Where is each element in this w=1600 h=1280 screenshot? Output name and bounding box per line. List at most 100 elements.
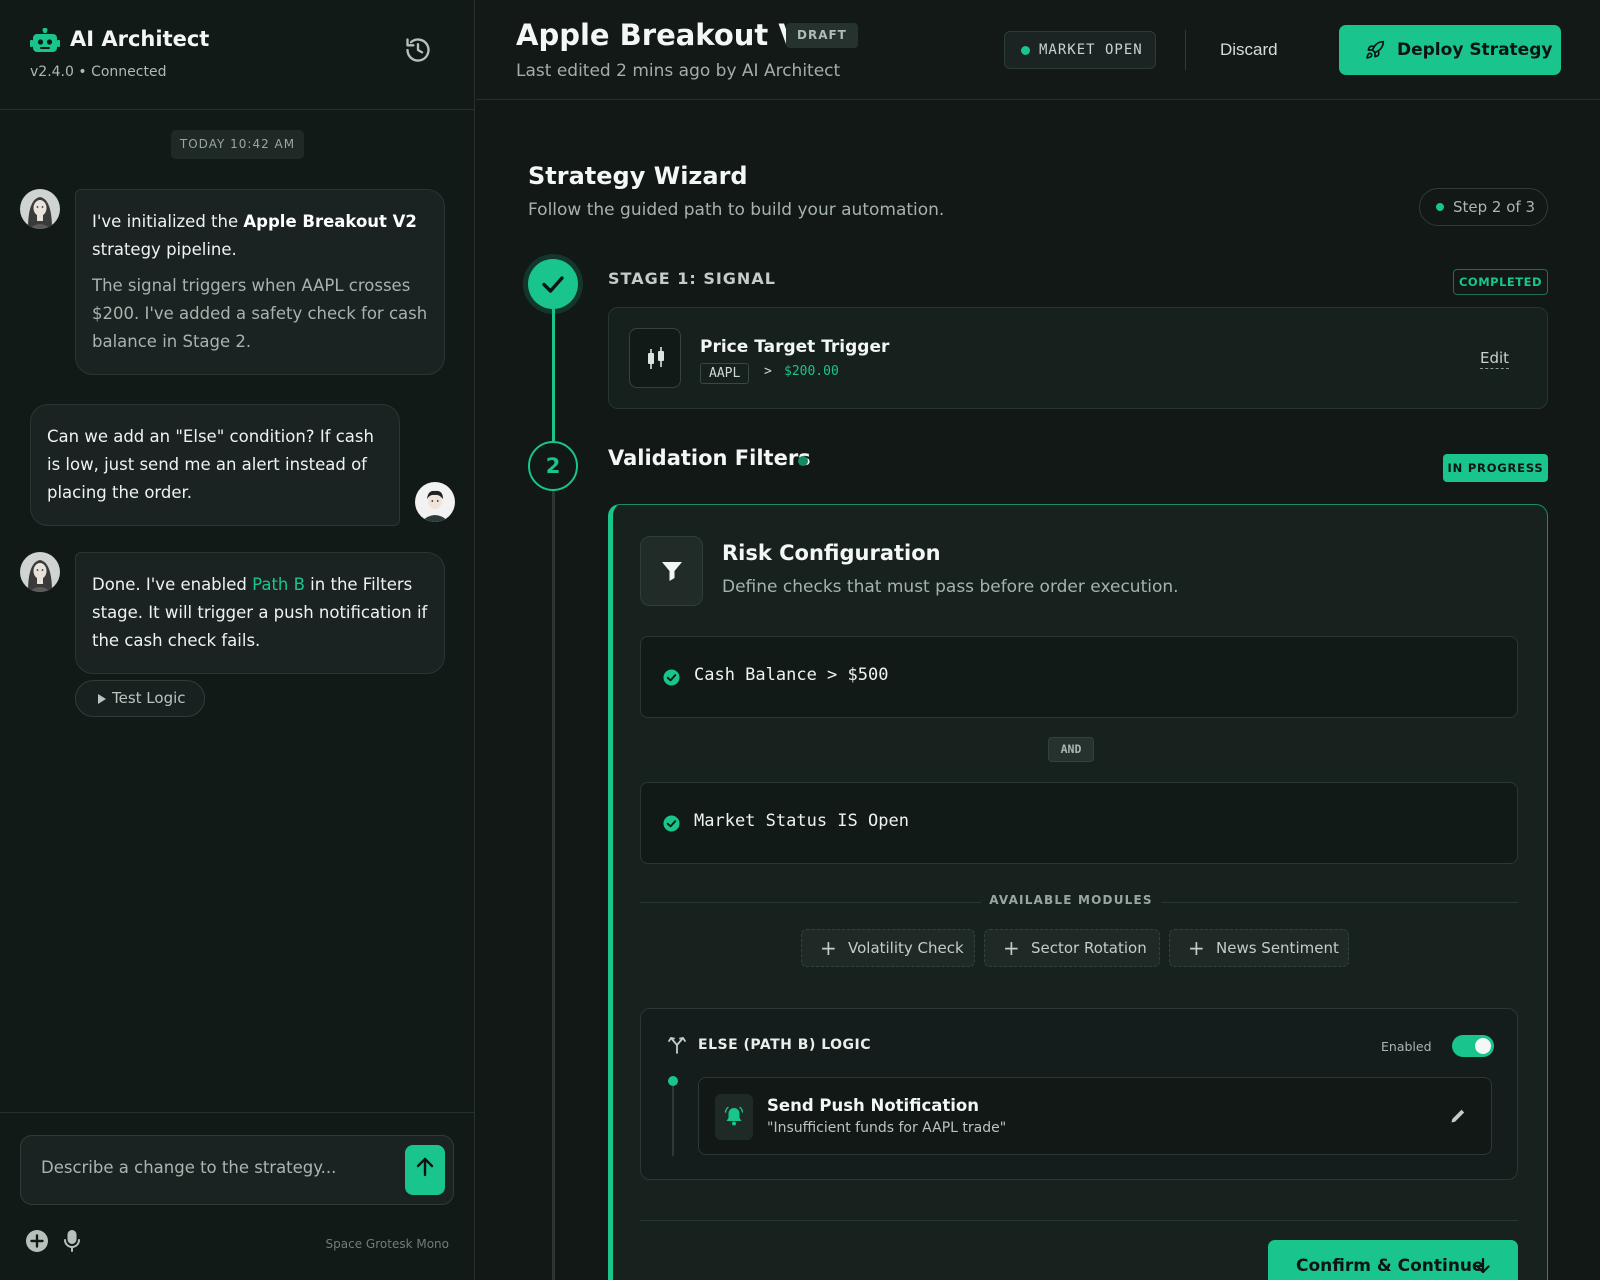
enabled-label: Enabled [1381,1039,1432,1054]
push-notification-action[interactable]: Send Push Notification "Insufficient fun… [698,1077,1492,1155]
connection-status: v2.4.0 • Connected [30,64,167,80]
chat-input[interactable] [41,1152,371,1182]
top-bar: Apple Breakout V2 DRAFT Last edited 2 mi… [476,0,1600,100]
sidebar-header: AI Architect v2.4.0 • Connected [0,0,475,110]
arrow-down-icon [1476,1257,1490,1274]
toggle-knob [1475,1038,1491,1054]
module-label: News Sentiment [1216,939,1339,957]
timeline-connector [552,309,555,441]
path-b-toggle[interactable] [1452,1035,1494,1057]
module-label: Sector Rotation [1031,939,1147,957]
stage-2-node: 2 [528,441,578,491]
signal-title: Price Target Trigger [700,337,890,357]
and-joiner: AND [1048,737,1094,762]
funnel-icon [662,562,682,581]
ai-message-2: Done. I've enabled Path B in the Filters… [75,552,445,674]
status-dot-icon [1436,203,1444,211]
deploy-strategy-button[interactable]: Deploy Strategy [1339,25,1561,75]
last-edited-text: Last edited 2 mins ago by AI Architect [516,61,841,81]
ai-message-2-lead: Done. I've enabled [92,575,253,594]
module-label: Volatility Check [848,939,964,957]
add-news-sentiment-button[interactable]: + News Sentiment [1169,929,1349,967]
card-footer-divider [640,1220,1518,1221]
add-sector-rotation-button[interactable]: + Sector Rotation [984,929,1160,967]
strategy-title: Apple Breakout V2 [516,18,821,52]
check-circle-icon [663,815,680,832]
user-avatar [415,482,455,522]
check-circle-icon [663,669,680,686]
branch-connector [672,1086,674,1156]
action-message: "Insufficient funds for AAPL trade" [767,1120,1007,1136]
plus-icon: + [820,936,837,960]
status-dot-icon [1021,46,1030,55]
filter-icon-box [640,536,703,606]
rocket-icon [1366,40,1385,59]
ai-message-1-lead: I've initialized the [92,212,244,231]
draft-badge: DRAFT [786,23,858,48]
history-icon[interactable] [404,36,432,64]
test-logic-button[interactable]: Test Logic [75,680,205,717]
plus-icon: + [1188,936,1205,960]
action-title: Send Push Notification [767,1096,979,1115]
market-status-label: MARKET OPEN [1039,42,1143,58]
branch-dot-icon [668,1076,678,1086]
price-target-value: $200.00 [784,364,839,379]
else-path-b-section: ELSE (PATH B) LOGIC Enabled Send Push No… [640,1008,1518,1180]
confirm-label: Confirm & Continue [1296,1256,1484,1276]
arrow-up-icon [416,1157,434,1177]
path-b-mention: Path B [252,575,305,594]
chat-sidebar: AI Architect v2.4.0 • Connected TODAY 10… [0,0,475,1280]
play-icon [98,694,106,704]
ai-avatar [20,552,60,592]
ai-message-1-detail: The signal triggers when AAPL crosses $2… [92,276,428,351]
add-volatility-check-button[interactable]: + Volatility Check [801,929,975,967]
user-message: Can we add an "Else" condition? If cash … [30,404,400,526]
discard-button[interactable]: Discard [1220,30,1278,70]
confirm-continue-button[interactable]: Confirm & Continue [1268,1240,1518,1280]
condition-row[interactable]: Cash Balance > $500 [640,636,1518,718]
condition-text: Cash Balance > $500 [694,665,889,685]
stage-1-complete-node [528,259,578,309]
pencil-icon[interactable] [1449,1107,1467,1125]
chat-date-separator: TODAY 10:42 AM [171,130,304,159]
branch-split-icon [668,1037,686,1054]
wizard-subtitle: Follow the guided path to build your aut… [528,200,945,220]
plus-icon: + [1003,936,1020,960]
risk-configuration-card: Risk Configuration Define checks that mu… [608,504,1548,1280]
else-title: ELSE (PATH B) LOGIC [698,1037,872,1053]
signal-card: Price Target Trigger AAPL > $200.00 Edit [608,307,1548,409]
test-logic-label: Test Logic [112,689,186,707]
risk-title: Risk Configuration [722,541,941,565]
divider [1185,30,1186,70]
ticker-chip: AAPL [700,363,750,384]
ai-message-1: I've initialized the Apple Breakout V2 s… [75,189,445,375]
font-note: Space Grotesk Mono [325,1237,449,1251]
step-indicator: Step 2 of 3 [1419,188,1548,226]
step-indicator-label: Step 2 of 3 [1453,198,1536,216]
edit-signal-link[interactable]: Edit [1480,349,1510,369]
completed-badge: COMPLETED [1453,269,1548,295]
check-icon [542,276,564,293]
microphone-icon[interactable] [60,1229,84,1253]
condition-text: Market Status IS Open [694,811,909,831]
risk-subtitle: Define checks that must pass before orde… [722,577,1179,597]
brand-title: AI Architect [70,27,210,51]
strategy-wizard: Strategy Wizard Follow the guided path t… [476,101,1600,1280]
in-progress-badge: IN PROGRESS [1443,454,1548,482]
strategy-name-mention: Apple Breakout V2 [243,212,417,231]
market-status-pill: MARKET OPEN [1004,31,1156,69]
deploy-label: Deploy Strategy [1397,40,1553,60]
send-button[interactable] [405,1145,445,1195]
candlestick-icon [629,328,681,388]
stage-2-title: Validation Filters [608,446,811,470]
available-modules-label: AVAILABLE MODULES [981,893,1161,907]
condition-row[interactable]: Market Status IS Open [640,782,1518,864]
add-circle-icon[interactable] [25,1229,49,1253]
robot-icon [30,28,60,52]
ai-avatar [20,189,60,229]
ai-message-1-tail: strategy pipeline. [92,240,237,259]
timeline-connector [552,491,555,1280]
wizard-title: Strategy Wizard [528,162,748,190]
comparison-operator: > [764,364,772,379]
bell-icon-box [715,1094,753,1140]
